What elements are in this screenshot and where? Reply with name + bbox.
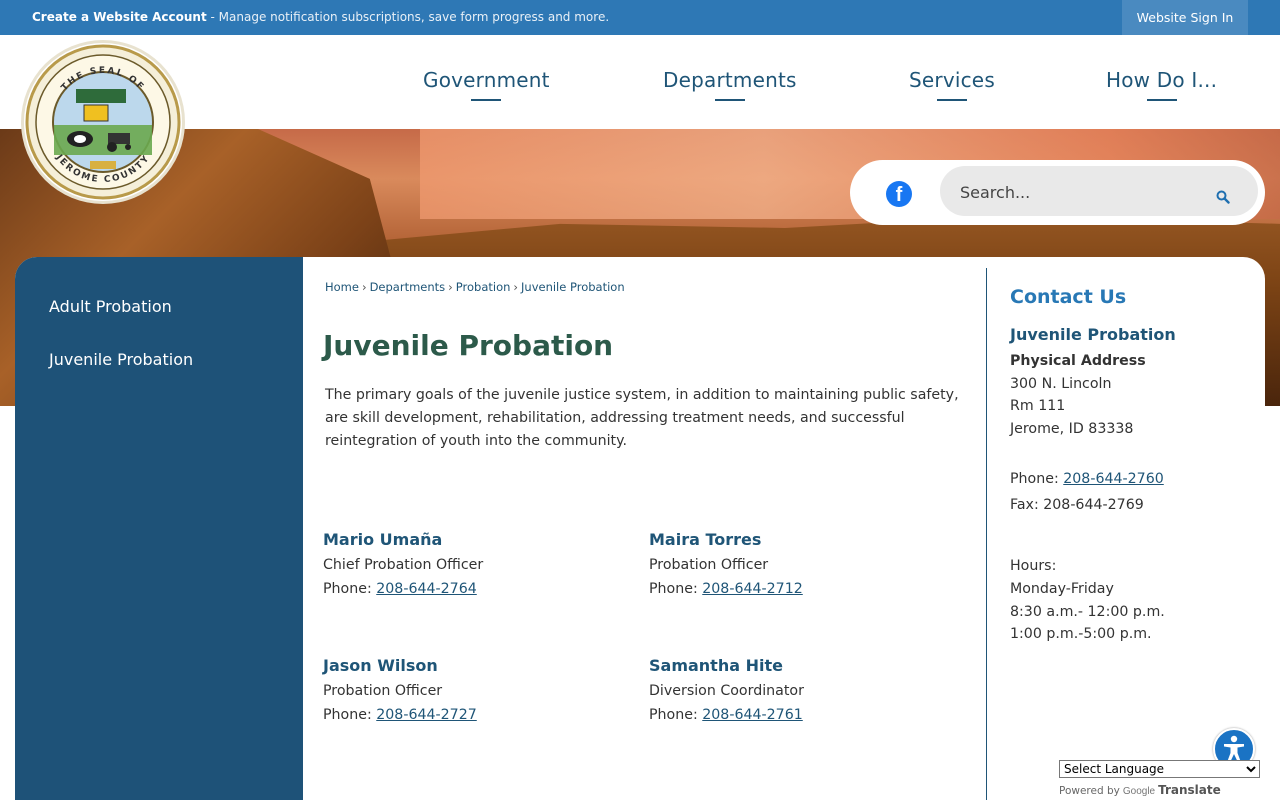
staff-name: Mario Umaña: [323, 530, 443, 549]
page-title: Juvenile Probation: [323, 329, 614, 362]
nav-government-label: Government: [423, 68, 550, 92]
staff-phone-link[interactable]: 208-644-2712: [702, 581, 803, 597]
staff-card: Samantha Hite Diversion Coordinator Phon…: [649, 656, 949, 723]
staff-role: Probation Officer: [323, 683, 443, 699]
staff-name: Jason Wilson: [323, 656, 438, 675]
staff-phone: Phone: 208-644-2764: [323, 581, 623, 597]
sidebar-item-adult-probation[interactable]: Adult Probation: [49, 297, 172, 316]
nav-how-do-i-label: How Do I...: [1106, 68, 1218, 92]
breadcrumb-separator: ›: [361, 280, 367, 294]
nav-underline: [1146, 99, 1177, 101]
hours-line: Hours:: [1010, 558, 1057, 574]
phone-label: Phone:: [649, 581, 703, 597]
translate-link[interactable]: Translate: [1158, 783, 1221, 797]
contact-fax: Fax: 208-644-2769: [1010, 497, 1144, 513]
breadcrumb-departments[interactable]: Departments: [370, 280, 446, 294]
powered-by-label: Powered by: [1059, 785, 1120, 797]
nav-underline: [471, 99, 502, 101]
staff-phone: Phone: 208-644-2761: [649, 707, 949, 723]
breadcrumb-juvenile-probation[interactable]: Juvenile Probation: [521, 280, 625, 294]
create-account-description: - Manage notification subscriptions, sav…: [206, 10, 610, 24]
staff-role: Probation Officer: [649, 557, 769, 573]
staff-phone: Phone: 208-644-2727: [323, 707, 623, 723]
website-sign-in-button[interactable]: Website Sign In: [1122, 0, 1248, 35]
breadcrumb-home[interactable]: Home: [325, 280, 359, 294]
search-icon[interactable]: [1216, 190, 1230, 204]
nav-departments-label: Departments: [663, 68, 797, 92]
physical-address-label: Physical Address: [1010, 353, 1146, 369]
staff-phone-link[interactable]: 208-644-2761: [702, 707, 803, 723]
google-logo: Google: [1122, 786, 1156, 797]
staff-phone-link[interactable]: 208-644-2764: [376, 581, 477, 597]
staff-card: Jason Wilson Probation Officer Phone: 20…: [323, 656, 623, 723]
hours-line: Monday-Friday: [1010, 581, 1114, 597]
nav-services[interactable]: Services: [909, 68, 995, 101]
phone-label: Phone:: [649, 707, 703, 723]
nav-services-label: Services: [909, 68, 995, 92]
phone-label: Phone:: [323, 581, 377, 597]
county-seal-logo[interactable]: THE SEAL OF JEROME COUNTY: [24, 43, 182, 201]
nav-government[interactable]: Government: [423, 68, 550, 101]
contact-department-link[interactable]: Juvenile Probation: [1010, 325, 1176, 344]
column-divider: [986, 268, 987, 800]
nav-how-do-i[interactable]: How Do I...: [1106, 68, 1218, 101]
intro-paragraph: The primary goals of the juvenile justic…: [325, 387, 959, 449]
address-line: Jerome, ID 83338: [1010, 421, 1134, 437]
nav-underline: [714, 99, 745, 101]
nav-underline: [936, 99, 967, 101]
breadcrumb-probation[interactable]: Probation: [456, 280, 511, 294]
breadcrumb-separator: ›: [513, 280, 519, 294]
search-input[interactable]: [960, 178, 1200, 206]
staff-card: Maira Torres Probation Officer Phone: 20…: [649, 530, 949, 597]
site-header: Government Departments Services How Do I…: [0, 35, 1280, 129]
staff-card: Mario Umaña Chief Probation Officer Phon…: [323, 530, 623, 597]
seal-graphic: THE SEAL OF JEROME COUNTY: [25, 44, 181, 200]
hours-line: 1:00 p.m.-5:00 p.m.: [1010, 626, 1152, 642]
phone-label: Phone:: [1010, 471, 1064, 487]
staff-name: Maira Torres: [649, 530, 762, 549]
select-language-dropdown[interactable]: Select Language: [1059, 760, 1260, 778]
address-line: Rm 111: [1010, 398, 1066, 414]
staff-role: Diversion Coordinator: [649, 683, 804, 699]
breadcrumb: Home › Departments › Probation › Juvenile Prob…: [325, 280, 625, 294]
staff-phone-link[interactable]: 208-644-2727: [376, 707, 477, 723]
sidebar-nav: [15, 257, 303, 800]
phone-label: Phone:: [323, 707, 377, 723]
contact-us-heading: Contact Us: [1010, 286, 1127, 308]
contact-phone: Phone: 208-644-2760: [1010, 471, 1164, 487]
create-account-banner[interactable]: Create a Website Account - Manage notifi…: [32, 10, 609, 24]
staff-phone: Phone: 208-644-2712: [649, 581, 949, 597]
nav-departments[interactable]: Departments: [663, 68, 797, 101]
sidebar-item-juvenile-probation[interactable]: Juvenile Probation: [49, 350, 193, 369]
staff-role: Chief Probation Officer: [323, 557, 484, 573]
address-line: 300 N. Lincoln: [1010, 376, 1112, 392]
staff-name: Samantha Hite: [649, 656, 783, 675]
create-account-link[interactable]: Create a Website Account: [32, 10, 207, 24]
contact-phone-link[interactable]: 208-644-2760: [1063, 471, 1164, 487]
hours-line: 8:30 a.m.- 12:00 p.m.: [1010, 604, 1165, 620]
breadcrumb-separator: ›: [448, 280, 453, 294]
top-bar: Create a Website Account - Manage notifi…: [0, 0, 1280, 35]
facebook-icon[interactable]: f: [886, 181, 912, 207]
powered-by-google-translate: Powered by Google Translate: [1059, 783, 1221, 797]
